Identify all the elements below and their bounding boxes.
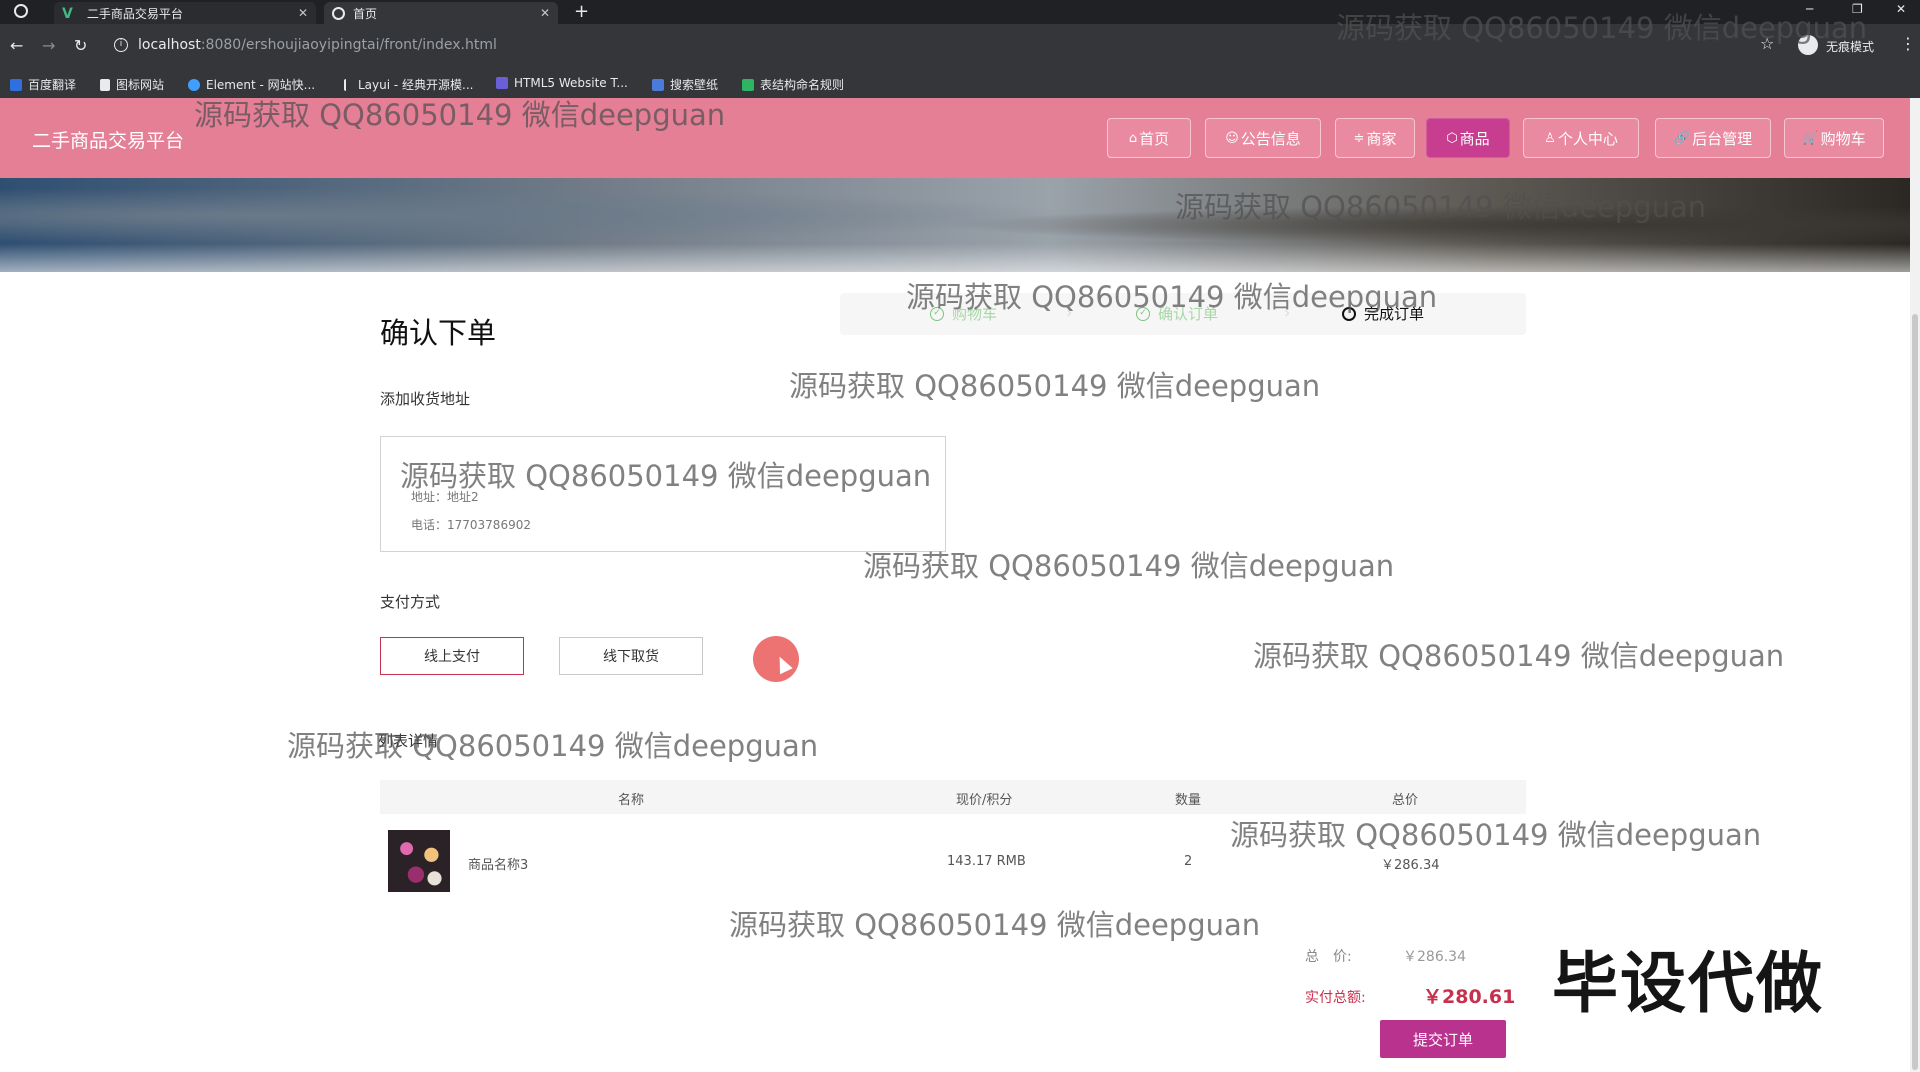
url-host: localhost xyxy=(138,37,201,53)
close-tab-icon[interactable]: ✕ xyxy=(540,6,550,20)
bookmark-item[interactable]: 表结构命名规则 xyxy=(742,76,844,93)
phone-line: 电话：17703786902 xyxy=(411,518,531,532)
paid-total-value: ￥280.61 xyxy=(1423,986,1516,1008)
nav-profile[interactable]: ♙ 个人中心 xyxy=(1523,118,1639,158)
scrollbar-thumb[interactable] xyxy=(1912,314,1918,1070)
nav-goods[interactable]: ⬡ 商品 xyxy=(1426,118,1510,158)
bookmark-item[interactable]: Layui - 经典开源模... xyxy=(344,76,473,93)
vue-favicon-icon: V xyxy=(62,6,73,22)
watermark: 源码获取 QQ86050149 微信deepguan xyxy=(906,280,1438,314)
back-icon[interactable]: ← xyxy=(10,36,23,55)
close-tab-icon[interactable]: ✕ xyxy=(298,6,308,20)
user-icon: ♙ xyxy=(1544,130,1556,146)
globe-favicon-icon xyxy=(332,6,345,20)
watermark: 源码获取 QQ86050149 微信deepguan xyxy=(729,908,1261,942)
site-brand[interactable]: 二手商品交易平台 xyxy=(32,126,184,153)
close-window-icon[interactable]: ✕ xyxy=(1896,2,1906,16)
page-title: 确认下单 xyxy=(380,316,497,350)
column-header-qty: 数量 xyxy=(1175,793,1202,808)
online-pay-button[interactable]: 线上支付 xyxy=(380,637,524,675)
product-qty: 2 xyxy=(1184,854,1193,869)
browser-app-icon xyxy=(14,4,28,18)
notice-icon: ☺ xyxy=(1225,130,1239,146)
cart-icon: 🛒 xyxy=(1802,130,1819,146)
watermark: 源码获取 QQ86050149 微信deepguan xyxy=(1230,818,1762,852)
address-bar[interactable]: localhost:8080/ershoujiaoyipingtai/front… xyxy=(138,37,497,53)
watermark: 源码获取 QQ86050149 微信deepguan xyxy=(287,729,819,763)
browser-tab-1[interactable]: V 二手商品交易平台 ✕ xyxy=(54,2,316,24)
site-info-icon[interactable]: i xyxy=(114,38,128,52)
watermark: 源码获取 QQ86050149 微信deepguan xyxy=(400,459,932,493)
reload-icon[interactable]: ↻ xyxy=(74,36,87,55)
tab-title: 首页 xyxy=(353,6,378,21)
nav-home[interactable]: ⌂ 首页 xyxy=(1107,118,1191,158)
url-path: :8080/ershoujiaoyipingtai/front/index.ht… xyxy=(200,37,497,53)
bookmark-item[interactable]: HTML5 Website T... xyxy=(496,76,628,90)
watermark: 源码获取 QQ86050149 微信deepguan xyxy=(194,98,726,132)
home-icon: ⌂ xyxy=(1128,130,1138,146)
watermark: 源码获取 QQ86050149 微信deepguan xyxy=(1175,190,1707,224)
cube-icon: ⬡ xyxy=(1446,130,1458,146)
tab-title: 二手商品交易平台 xyxy=(86,6,183,21)
page-scrollbar[interactable] xyxy=(1910,98,1920,1072)
corner-watermark: 毕设代做 xyxy=(1552,945,1824,1022)
nav-cart[interactable]: 🛒 购物车 xyxy=(1784,118,1884,158)
paid-total-label: 实付总额: xyxy=(1305,990,1366,1006)
browser-tab-2[interactable]: 首页 ✕ xyxy=(324,2,558,24)
bookmark-item[interactable]: 图标网站 xyxy=(100,76,164,93)
watermark: 源码获取 QQ86050149 微信deepguan xyxy=(1253,639,1785,673)
product-total: ￥286.34 xyxy=(1381,858,1440,873)
payment-section-label: 支付方式 xyxy=(380,593,441,611)
nav-notice[interactable]: ☺ 公告信息 xyxy=(1205,118,1321,158)
product-thumbnail[interactable] xyxy=(388,830,450,892)
product-name: 商品名称3 xyxy=(468,858,529,873)
new-tab-icon[interactable]: + xyxy=(574,1,589,22)
forward-icon[interactable]: → xyxy=(42,36,55,55)
submit-order-button[interactable]: 提交订单 xyxy=(1380,1020,1506,1058)
nav-merchant[interactable]: ≑ 商家 xyxy=(1335,118,1415,158)
watermark: 源码获取 QQ86050149 微信deepguan xyxy=(789,369,1321,403)
column-header-price: 现价/积分 xyxy=(956,793,1013,808)
total-price-label: 总 价: xyxy=(1305,949,1352,965)
browser-menu-icon[interactable]: ⋮ xyxy=(1900,34,1916,53)
bookmark-item[interactable]: Element - 网站快... xyxy=(188,76,315,93)
nav-admin[interactable]: 🔗 后台管理 xyxy=(1655,118,1771,158)
bookmark-item[interactable]: 搜索壁纸 xyxy=(652,76,718,93)
watermark: 源码获取 QQ86050149 微信deepguan xyxy=(1336,11,1868,45)
column-header-name: 名称 xyxy=(618,793,645,808)
offline-pickup-button[interactable]: 线下取货 xyxy=(559,637,703,675)
merchant-icon: ≑ xyxy=(1353,130,1365,146)
address-section-label: 添加收货地址 xyxy=(380,390,471,408)
watermark: 源码获取 QQ86050149 微信deepguan xyxy=(863,549,1395,583)
total-price-value: ￥286.34 xyxy=(1403,949,1466,965)
column-header-total: 总价 xyxy=(1392,793,1419,808)
product-price: 143.17 RMB xyxy=(947,854,1026,869)
bookmark-item[interactable]: 百度翻译 xyxy=(10,76,76,93)
link-icon: 🔗 xyxy=(1673,130,1691,146)
table-header xyxy=(380,780,1526,814)
